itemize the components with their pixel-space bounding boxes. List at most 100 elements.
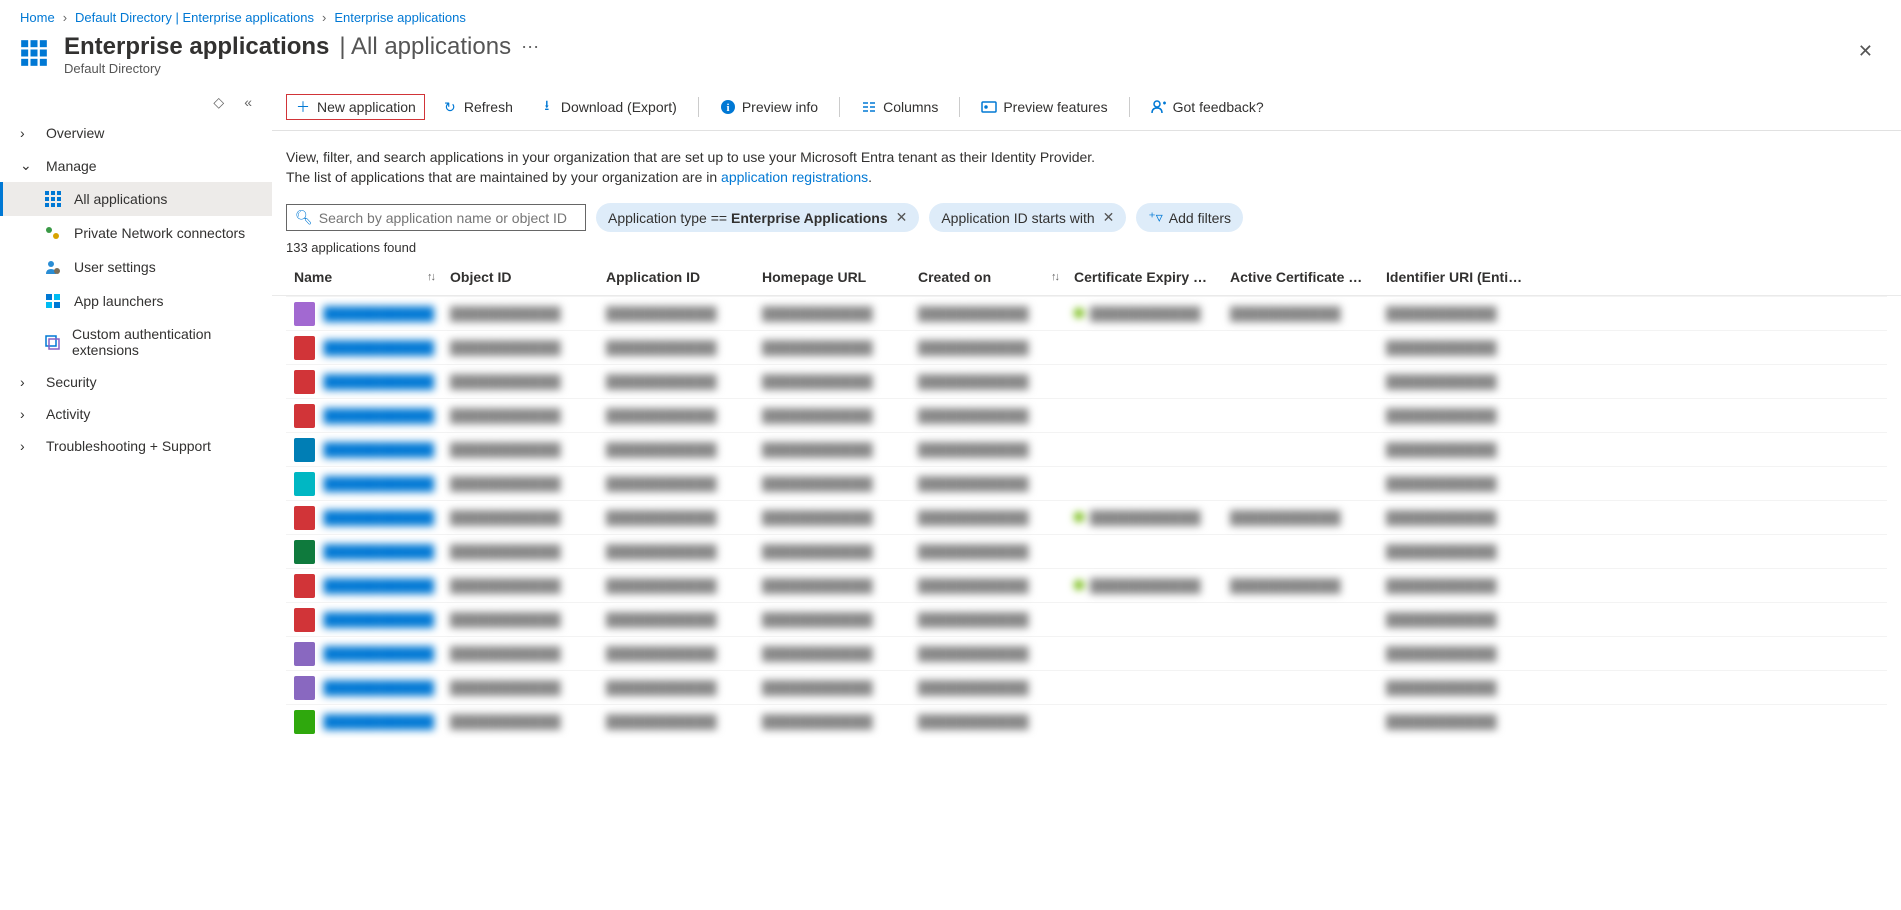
button-label: Refresh (464, 99, 513, 115)
table-row[interactable]: ████████████ ████████████ ████████████ █… (286, 534, 1887, 568)
chevron-right-icon: › (322, 10, 326, 25)
columns-button[interactable]: Columns (852, 94, 947, 120)
filter-row: 🔍︎ Application type == Enterprise Applic… (272, 193, 1901, 236)
collapse-icon[interactable]: « (244, 94, 252, 111)
breadcrumb-home[interactable]: Home (20, 10, 55, 25)
chevron-down-icon: ⌄ (20, 157, 34, 174)
app-registrations-link[interactable]: application registrations (721, 169, 868, 185)
table-row[interactable]: ████████████ ████████████ ████████████ █… (286, 330, 1887, 364)
add-filters-button[interactable]: ⁺▿ Add filters (1136, 203, 1243, 232)
table-row[interactable]: ████████████ ████████████ ████████████ █… (286, 398, 1887, 432)
sidebar: ◇ « › Overview ⌄ Manage All applications… (0, 84, 272, 738)
sidebar-item-label: All applications (74, 191, 167, 207)
col-object-id[interactable]: Object ID (442, 265, 598, 289)
table-row[interactable]: ████████████ ████████████ ████████████ █… (286, 704, 1887, 738)
sidebar-manage[interactable]: ⌄ Manage (0, 149, 272, 182)
divider (959, 97, 960, 117)
col-application-id[interactable]: Application ID (598, 265, 754, 289)
col-name[interactable]: Name↑↓ (286, 265, 442, 289)
sidebar-label: Overview (46, 125, 104, 141)
sidebar-label: Troubleshooting + Support (46, 438, 211, 454)
sidebar-item-private-network[interactable]: Private Network connectors (0, 216, 272, 250)
results-count: 133 applications found (272, 236, 1901, 259)
table-row[interactable]: ████████████ ████████████ ████████████ █… (286, 296, 1887, 330)
chevron-right-icon: › (20, 406, 34, 422)
button-label: Preview features (1003, 99, 1107, 115)
download-icon: ⭳ (539, 99, 555, 115)
feedback-icon (1151, 99, 1167, 115)
page-subtitle: Default Directory (64, 61, 539, 76)
table-body: ████████████ ████████████ ████████████ █… (272, 296, 1901, 738)
page-title: Enterprise applications (64, 33, 329, 61)
updown-icon[interactable]: ◇ (213, 94, 224, 111)
sidebar-troubleshooting[interactable]: › Troubleshooting + Support (0, 430, 272, 462)
chevron-right-icon: › (20, 374, 34, 390)
toolbar: ＋ New application ↻ Refresh ⭳ Download (… (272, 84, 1901, 131)
button-label: Got feedback? (1173, 99, 1264, 115)
sidebar-activity[interactable]: › Activity (0, 398, 272, 430)
extensions-icon (44, 333, 60, 351)
refresh-button[interactable]: ↻ Refresh (433, 94, 522, 120)
col-cert-expiry[interactable]: Certificate Expiry … (1066, 265, 1222, 289)
table-header: Name↑↓ Object ID Application ID Homepage… (272, 259, 1901, 296)
table-row[interactable]: ████████████ ████████████ ████████████ █… (286, 568, 1887, 602)
divider (698, 97, 699, 117)
more-icon[interactable]: ⋯ (521, 37, 539, 58)
app-launcher-icon (44, 292, 62, 310)
button-label: Preview info (742, 99, 818, 115)
new-application-button[interactable]: ＋ New application (286, 94, 425, 120)
info-line1: View, filter, and search applications in… (286, 149, 1887, 165)
button-label: Download (Export) (561, 99, 677, 115)
col-homepage[interactable]: Homepage URL (754, 265, 910, 289)
table-row[interactable]: ████████████ ████████████ ████████████ █… (286, 364, 1887, 398)
feedback-button[interactable]: Got feedback? (1142, 94, 1273, 120)
info-line2: The list of applications that are mainta… (286, 169, 1887, 185)
table-row[interactable]: ████████████ ████████████ ████████████ █… (286, 432, 1887, 466)
table-row[interactable]: ████████████ ████████████ ████████████ █… (286, 636, 1887, 670)
search-icon: 🔍︎ (295, 209, 313, 226)
remove-filter-icon[interactable]: ✕ (896, 209, 908, 226)
main-content: ＋ New application ↻ Refresh ⭳ Download (… (272, 84, 1901, 738)
sidebar-item-label: App launchers (74, 293, 164, 309)
refresh-icon: ↻ (442, 99, 458, 115)
sidebar-overview[interactable]: › Overview (0, 117, 272, 149)
table-row[interactable]: ████████████ ████████████ ████████████ █… (286, 670, 1887, 704)
preview-icon (981, 99, 997, 115)
sidebar-item-all-applications[interactable]: All applications (0, 182, 272, 216)
search-input[interactable]: 🔍︎ (286, 204, 586, 231)
breadcrumb-apps[interactable]: Enterprise applications (334, 10, 466, 25)
search-field[interactable] (319, 210, 577, 226)
users-gear-icon (44, 258, 62, 276)
table-row[interactable]: ████████████ ████████████ ████████████ █… (286, 466, 1887, 500)
sidebar-item-label: User settings (74, 259, 156, 275)
remove-filter-icon[interactable]: ✕ (1103, 209, 1115, 226)
sidebar-security[interactable]: › Security (0, 366, 272, 398)
sidebar-item-custom-auth[interactable]: Custom authentication extensions (0, 318, 272, 366)
add-filter-icon: ⁺▿ (1148, 209, 1162, 226)
col-created[interactable]: Created on↑↓ (910, 265, 1066, 289)
preview-features-button[interactable]: Preview features (972, 94, 1116, 120)
button-label: New application (317, 99, 416, 115)
breadcrumb: Home › Default Directory | Enterprise ap… (0, 0, 1901, 29)
svg-text:i: i (726, 102, 729, 114)
col-active-cert[interactable]: Active Certificate … (1222, 265, 1378, 289)
columns-icon (861, 99, 877, 115)
sidebar-item-user-settings[interactable]: User settings (0, 250, 272, 284)
button-label: Columns (883, 99, 938, 115)
sidebar-item-app-launchers[interactable]: App launchers (0, 284, 272, 318)
download-button[interactable]: ⭳ Download (Export) (530, 94, 686, 120)
sidebar-label: Security (46, 374, 97, 390)
table-row[interactable]: ████████████ ████████████ ████████████ █… (286, 602, 1887, 636)
col-identifier[interactable]: Identifier URI (Enti… (1378, 265, 1534, 289)
filter-application-id[interactable]: Application ID starts with ✕ (929, 203, 1126, 232)
breadcrumb-dir[interactable]: Default Directory | Enterprise applicati… (75, 10, 314, 25)
divider (839, 97, 840, 117)
info-text: View, filter, and search applications in… (272, 131, 1901, 193)
close-icon[interactable]: ✕ (1850, 33, 1881, 70)
sidebar-label: Manage (46, 158, 97, 174)
chevron-right-icon: › (20, 125, 34, 141)
grid-small-icon (44, 190, 62, 208)
filter-application-type[interactable]: Application type == Enterprise Applicati… (596, 203, 919, 232)
preview-info-button[interactable]: i Preview info (711, 94, 827, 120)
table-row[interactable]: ████████████ ████████████ ████████████ █… (286, 500, 1887, 534)
